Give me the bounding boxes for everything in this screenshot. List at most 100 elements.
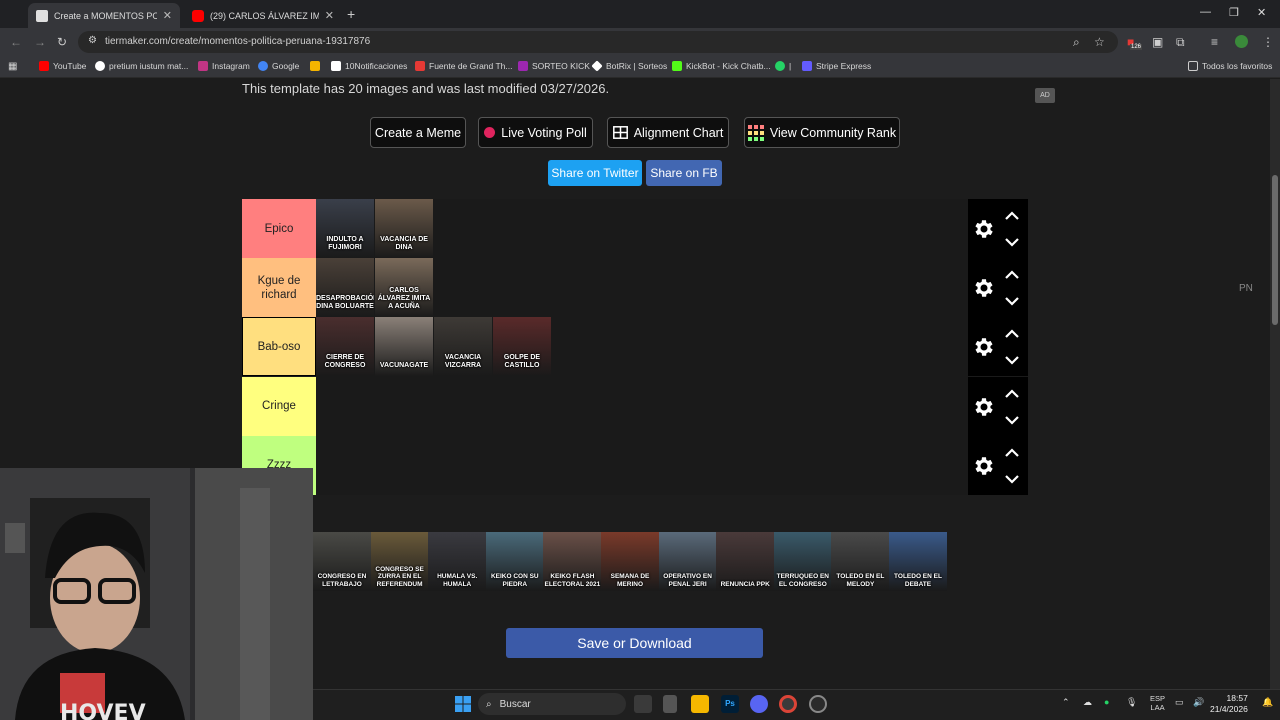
tier-image-tile[interactable]: CARLOS ÁLVAREZ IMITA A ACUÑA bbox=[375, 258, 433, 318]
pool-image-tile[interactable]: KEIKO FLASH ELECTORAL 2021 bbox=[543, 532, 602, 591]
tab-search-icon[interactable]: ≡ bbox=[1211, 35, 1218, 49]
tray-chevron-icon[interactable]: ⌃ bbox=[1062, 697, 1070, 708]
forward-icon[interactable]: → bbox=[34, 35, 46, 49]
close-window-icon[interactable]: ✕ bbox=[1257, 6, 1266, 19]
ad-badge[interactable]: AD bbox=[1035, 88, 1055, 103]
bookmark-all-favorites[interactable]: Todos los favoritos bbox=[1188, 61, 1272, 71]
bookmark-botrix[interactable]: BotRix | Sorteos bbox=[591, 60, 667, 72]
task-view-icon[interactable] bbox=[634, 695, 652, 713]
move-up-down-icon[interactable] bbox=[1003, 266, 1021, 310]
extension-icon[interactable]: ▣ bbox=[1152, 35, 1163, 49]
bookmark-unnamed[interactable] bbox=[310, 61, 320, 71]
pool-image-tile[interactable]: TERRUQUEO EN EL CONGRESO bbox=[773, 532, 832, 591]
menu-kebab-icon[interactable]: ⋮ bbox=[1262, 35, 1274, 49]
scrollbar-thumb[interactable] bbox=[1272, 175, 1278, 325]
chrome-icon[interactable] bbox=[779, 695, 797, 713]
bookmark-instagram[interactable]: Instagram bbox=[198, 61, 250, 71]
bookmark-kickbot[interactable]: KickBot - Kick Chatb... bbox=[672, 61, 771, 71]
bookmark-star-icon[interactable]: ☆ bbox=[1094, 35, 1105, 49]
pool-image-tile[interactable]: RENUNCIA PPK bbox=[716, 532, 775, 591]
pool-image-tile[interactable]: TOLEDO EN EL DEBATE bbox=[889, 532, 947, 591]
gear-icon[interactable] bbox=[972, 276, 996, 300]
tier-drop-zone[interactable] bbox=[316, 435, 968, 495]
gear-icon[interactable] bbox=[972, 335, 996, 359]
tier-drop-zone[interactable]: DESAPROBACIÓN DINA BOLUARTE CARLOS ÁLVARE… bbox=[316, 258, 968, 318]
create-meme-button[interactable]: Create a Meme bbox=[370, 117, 466, 148]
share-facebook-button[interactable]: Share on FB bbox=[646, 160, 722, 186]
apps-grid-icon[interactable]: ▦ bbox=[8, 61, 17, 72]
volume-icon[interactable]: 🔊 bbox=[1193, 697, 1204, 708]
tab-tiermaker[interactable]: Create a MOMENTOS POLÍTICA ✕ bbox=[28, 3, 180, 28]
pool-image-tile[interactable]: KEIKO CON SU PIEDRA bbox=[485, 532, 544, 591]
tier-drop-zone[interactable] bbox=[316, 376, 968, 436]
taskbar-search[interactable]: ⌕ Buscar bbox=[478, 693, 626, 715]
gear-icon[interactable] bbox=[972, 395, 996, 419]
tier-image-tile[interactable]: DESAPROBACIÓN DINA BOLUARTE bbox=[316, 258, 374, 318]
tier-image-tile[interactable]: CIERRE DE CONGRESO bbox=[316, 317, 374, 377]
url-text[interactable]: tiermaker.com/create/momentos-politica-p… bbox=[105, 36, 370, 47]
input-language[interactable]: ESP LAA bbox=[1150, 694, 1165, 712]
app-icon[interactable] bbox=[663, 695, 677, 713]
whatsapp-tray-icon[interactable]: ● bbox=[1104, 697, 1109, 707]
bookmark-youtube[interactable]: YouTube bbox=[39, 61, 86, 71]
pool-image-tile[interactable]: HUMALA VS. HUMALA bbox=[428, 532, 487, 591]
restore-icon[interactable]: ❐ bbox=[1229, 6, 1239, 19]
minimize-icon[interactable]: — bbox=[1200, 6, 1211, 18]
vertical-scrollbar[interactable] bbox=[1270, 79, 1280, 689]
bookmark-grand-theft[interactable]: Fuente de Grand Th... bbox=[415, 61, 512, 71]
file-explorer-icon[interactable] bbox=[691, 695, 709, 713]
gear-icon[interactable] bbox=[972, 217, 996, 241]
onedrive-icon[interactable]: ☁ bbox=[1083, 697, 1092, 708]
bookmark-pretium[interactable]: pretium iustum mat... bbox=[95, 61, 188, 71]
tier-image-tile[interactable]: VACANCIA VIZCARRA bbox=[434, 317, 492, 377]
back-icon[interactable]: ← bbox=[10, 35, 22, 49]
bookmark-sorteo-kick[interactable]: SORTEO KICK bbox=[518, 61, 590, 71]
site-info-icon[interactable]: ⚙ bbox=[88, 35, 97, 46]
new-tab-button[interactable]: + bbox=[347, 6, 355, 22]
tier-image-tile[interactable]: GOLPE DE CASTILLO bbox=[493, 317, 551, 377]
extensions-puzzle-icon[interactable]: ⧉ bbox=[1176, 35, 1185, 50]
live-voting-poll-button[interactable]: Live Voting Poll bbox=[478, 117, 593, 148]
network-icon[interactable]: ▭ bbox=[1175, 697, 1184, 708]
windows-start-icon[interactable] bbox=[454, 695, 472, 713]
alignment-chart-button[interactable]: Alignment Chart bbox=[607, 117, 729, 148]
tier-label[interactable]: Kgue de richard bbox=[242, 258, 316, 318]
zoom-icon[interactable]: ⌕ bbox=[1073, 35, 1080, 50]
notifications-icon[interactable]: 🔔 bbox=[1262, 697, 1273, 708]
close-tab-icon[interactable]: ✕ bbox=[163, 9, 172, 22]
gear-icon[interactable] bbox=[972, 454, 996, 478]
pool-image-tile[interactable]: CONGRESO SE ZURRA EN EL REFERENDUM bbox=[370, 532, 429, 591]
taskbar-clock[interactable]: 18:57 21/4/2026 bbox=[1210, 693, 1248, 715]
pool-image-tile[interactable]: CONGRESO EN LETRABAJO bbox=[313, 532, 371, 591]
share-twitter-button[interactable]: Share on Twitter bbox=[548, 160, 642, 186]
bookmark-stripe[interactable]: Stripe Express bbox=[802, 61, 871, 71]
pool-image-tile[interactable]: OPERATIVO EN PENAL JERI bbox=[658, 532, 717, 591]
close-tab-icon[interactable]: ✕ bbox=[325, 9, 334, 22]
tier-label[interactable]: Epico bbox=[242, 199, 316, 258]
view-community-rank-button[interactable]: View Community Rank bbox=[744, 117, 900, 148]
tier-image-tile[interactable]: VACUNAGATE bbox=[375, 317, 433, 377]
tier-drop-zone[interactable]: INDULTO A FUJIMORI VACANCIA DE DINA bbox=[316, 199, 968, 258]
tier-drop-zone[interactable]: CIERRE DE CONGRESO VACUNAGATE VACANCIA VIZ… bbox=[316, 317, 968, 377]
move-up-down-icon[interactable] bbox=[1003, 325, 1021, 369]
move-up-down-icon[interactable] bbox=[1003, 444, 1021, 488]
move-up-down-icon[interactable] bbox=[1003, 207, 1021, 251]
pool-image-tile[interactable]: SEMANA DE MERINO bbox=[601, 532, 659, 591]
microphone-icon[interactable]: 🎙 bbox=[1126, 697, 1137, 708]
app-icon[interactable] bbox=[809, 695, 827, 713]
photoshop-icon[interactable]: Ps bbox=[721, 695, 739, 713]
pool-image-tile[interactable]: TOLEDO EN EL MELODY bbox=[831, 532, 890, 591]
tier-label[interactable]: Bab-oso bbox=[242, 317, 316, 377]
tab-youtube[interactable]: (29) CARLOS ÁLVAREZ IMITA A ✕ bbox=[184, 3, 342, 28]
bookmark-whatsapp[interactable]: | bbox=[775, 61, 791, 71]
profile-avatar[interactable] bbox=[1235, 35, 1248, 48]
bookmark-x-notificaciones[interactable]: 10Notificaciones bbox=[331, 61, 407, 71]
save-download-button[interactable]: Save or Download bbox=[506, 628, 763, 658]
tier-image-tile[interactable]: INDULTO A FUJIMORI bbox=[316, 199, 374, 258]
bookmark-google[interactable]: Google bbox=[258, 61, 299, 71]
tier-label[interactable]: Cringe bbox=[242, 376, 316, 436]
move-up-down-icon[interactable] bbox=[1003, 385, 1021, 429]
tier-image-tile[interactable]: VACANCIA DE DINA bbox=[375, 199, 433, 258]
discord-icon[interactable] bbox=[750, 695, 768, 713]
reload-icon[interactable]: ↻ bbox=[57, 35, 67, 49]
